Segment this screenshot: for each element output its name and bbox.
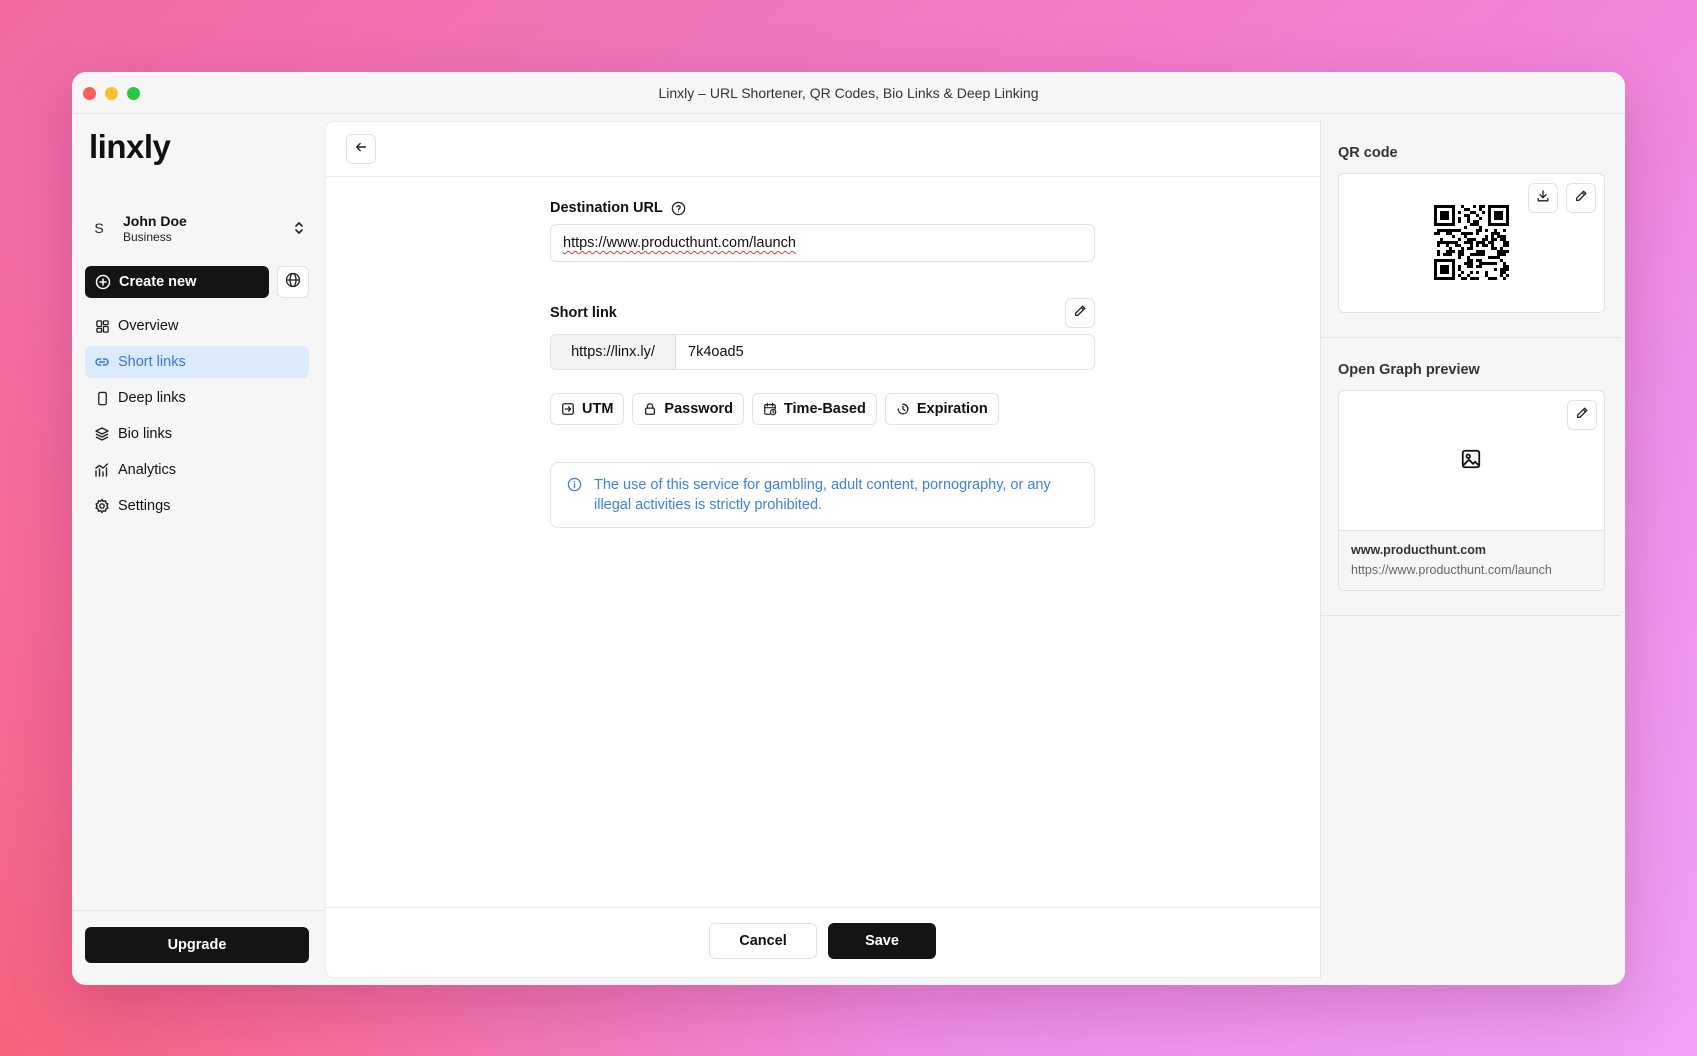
og-image-placeholder[interactable] xyxy=(1339,391,1604,531)
expiration-label: Expiration xyxy=(916,401,988,417)
sidebar-item-label: Settings xyxy=(118,498,171,514)
og-domain: www.producthunt.com xyxy=(1351,543,1486,557)
grid-icon xyxy=(94,318,110,334)
help-icon[interactable] xyxy=(671,201,686,216)
edit-qr-button[interactable] xyxy=(1566,183,1596,213)
qr-card xyxy=(1338,173,1605,313)
main-header xyxy=(326,122,1320,177)
link-form: Destination URL https://www.producthunt.… xyxy=(550,200,1095,528)
save-button[interactable]: Save xyxy=(828,923,936,959)
sidebar-nav: Overview Short links Deep links Bio link… xyxy=(85,310,309,526)
short-link-domain[interactable]: https://linx.ly/ xyxy=(551,335,676,369)
create-new-button[interactable]: Create new xyxy=(85,266,269,298)
sidebar-item-settings[interactable]: Settings xyxy=(85,490,309,522)
layers-icon xyxy=(94,426,110,442)
avatar: S xyxy=(94,220,104,236)
qr-code-title: QR code xyxy=(1338,145,1398,161)
back-button[interactable] xyxy=(346,134,376,164)
sidebar-divider xyxy=(72,910,324,911)
policy-notice: The use of this service for gambling, ad… xyxy=(550,462,1095,528)
preview-panel: QR code Open Graph preview www.producthu… xyxy=(1320,121,1620,978)
time-based-label: Time-Based xyxy=(783,401,866,417)
app-logo[interactable]: linxly xyxy=(89,128,171,166)
destination-url-label: Destination URL xyxy=(550,200,663,216)
pencil-icon xyxy=(1574,189,1588,208)
og-meta: www.producthunt.com https://www.producth… xyxy=(1339,531,1604,590)
account-switcher[interactable]: S John Doe Business xyxy=(85,206,309,250)
link-options: UTM Password Time-Based Expiration xyxy=(550,393,1095,425)
panel-divider xyxy=(1321,615,1620,616)
time-based-button[interactable]: Time-Based xyxy=(751,393,877,425)
window-title: Linxly – URL Shortener, QR Codes, Bio Li… xyxy=(658,84,1039,101)
image-icon xyxy=(1460,448,1482,475)
sidebar-item-label: Deep links xyxy=(118,390,186,406)
pencil-icon xyxy=(1073,304,1087,322)
user-plan: Business xyxy=(123,229,172,244)
arrow-left-icon xyxy=(354,140,368,159)
sidebar-item-label: Analytics xyxy=(118,462,177,478)
upgrade-button[interactable]: Upgrade xyxy=(85,927,309,963)
main-content: Destination URL https://www.producthunt.… xyxy=(325,121,1320,978)
short-link-field: https://linx.ly/ 7k4oad5 xyxy=(550,334,1095,370)
open-graph-card: www.producthunt.com https://www.producth… xyxy=(1338,390,1605,591)
info-icon xyxy=(567,477,582,492)
og-url: https://www.producthunt.com/launch xyxy=(1351,563,1552,577)
download-qr-button[interactable] xyxy=(1528,183,1558,213)
sidebar-item-overview[interactable]: Overview xyxy=(85,310,309,342)
expiration-button[interactable]: Expiration xyxy=(884,393,999,425)
plus-circle-icon xyxy=(95,274,111,290)
gear-icon xyxy=(94,498,110,514)
qr-section: QR code xyxy=(1321,121,1620,313)
title-bar: Linxly – URL Shortener, QR Codes, Bio Li… xyxy=(72,72,1625,114)
pencil-icon xyxy=(1575,406,1589,425)
sidebar-item-short-links[interactable]: Short links xyxy=(85,346,309,378)
close-window-button[interactable] xyxy=(83,87,96,100)
short-link-slug-input[interactable]: 7k4oad5 xyxy=(676,335,1094,369)
short-link-label-row: Short link xyxy=(550,298,1095,328)
phone-icon xyxy=(94,390,110,406)
domain-button[interactable] xyxy=(277,266,309,298)
minimize-window-button[interactable] xyxy=(105,87,118,100)
password-label: Password xyxy=(664,401,733,417)
sidebar-item-label: Bio links xyxy=(118,426,172,442)
history-clock-icon xyxy=(896,402,910,416)
qr-code-image xyxy=(1434,205,1509,280)
edit-short-link-button[interactable] xyxy=(1065,298,1095,328)
app-window: Linxly – URL Shortener, QR Codes, Bio Li… xyxy=(72,72,1625,985)
globe-icon xyxy=(285,272,301,293)
destination-url-label-row: Destination URL xyxy=(550,200,1095,216)
sidebar-item-label: Overview xyxy=(118,318,179,334)
sidebar-item-label: Short links xyxy=(118,354,186,370)
lock-icon xyxy=(643,402,657,416)
destination-url-value: https://www.producthunt.com/launch xyxy=(563,235,796,251)
cancel-button[interactable]: Cancel xyxy=(709,923,817,959)
chart-icon xyxy=(94,462,110,478)
utm-button[interactable]: UTM xyxy=(550,393,625,425)
create-new-label: Create new xyxy=(119,274,197,290)
destination-url-input[interactable]: https://www.producthunt.com/launch xyxy=(550,224,1095,262)
window-controls xyxy=(83,87,140,100)
chevron-up-down-icon xyxy=(289,218,309,238)
open-graph-title: Open Graph preview xyxy=(1338,362,1480,378)
download-icon xyxy=(1536,189,1550,208)
sidebar-item-analytics[interactable]: Analytics xyxy=(85,454,309,486)
link-icon xyxy=(94,354,110,370)
arrow-in-box-icon xyxy=(561,402,575,416)
edit-og-button[interactable] xyxy=(1567,400,1597,430)
calendar-clock-icon xyxy=(763,402,777,416)
sidebar-item-deep-links[interactable]: Deep links xyxy=(85,382,309,414)
sidebar-item-bio-links[interactable]: Bio links xyxy=(85,418,309,450)
user-name: John Doe xyxy=(123,212,187,229)
maximize-window-button[interactable] xyxy=(127,87,140,100)
form-footer: Cancel Save xyxy=(326,907,1320,977)
open-graph-section: Open Graph preview www.producthunt.com h… xyxy=(1321,338,1620,591)
password-button[interactable]: Password xyxy=(632,393,744,425)
sidebar: linxly S John Doe Business Create new Ov… xyxy=(72,114,324,985)
policy-notice-text: The use of this service for gambling, ad… xyxy=(594,477,1051,513)
utm-label: UTM xyxy=(582,401,614,417)
short-link-label: Short link xyxy=(550,305,617,321)
